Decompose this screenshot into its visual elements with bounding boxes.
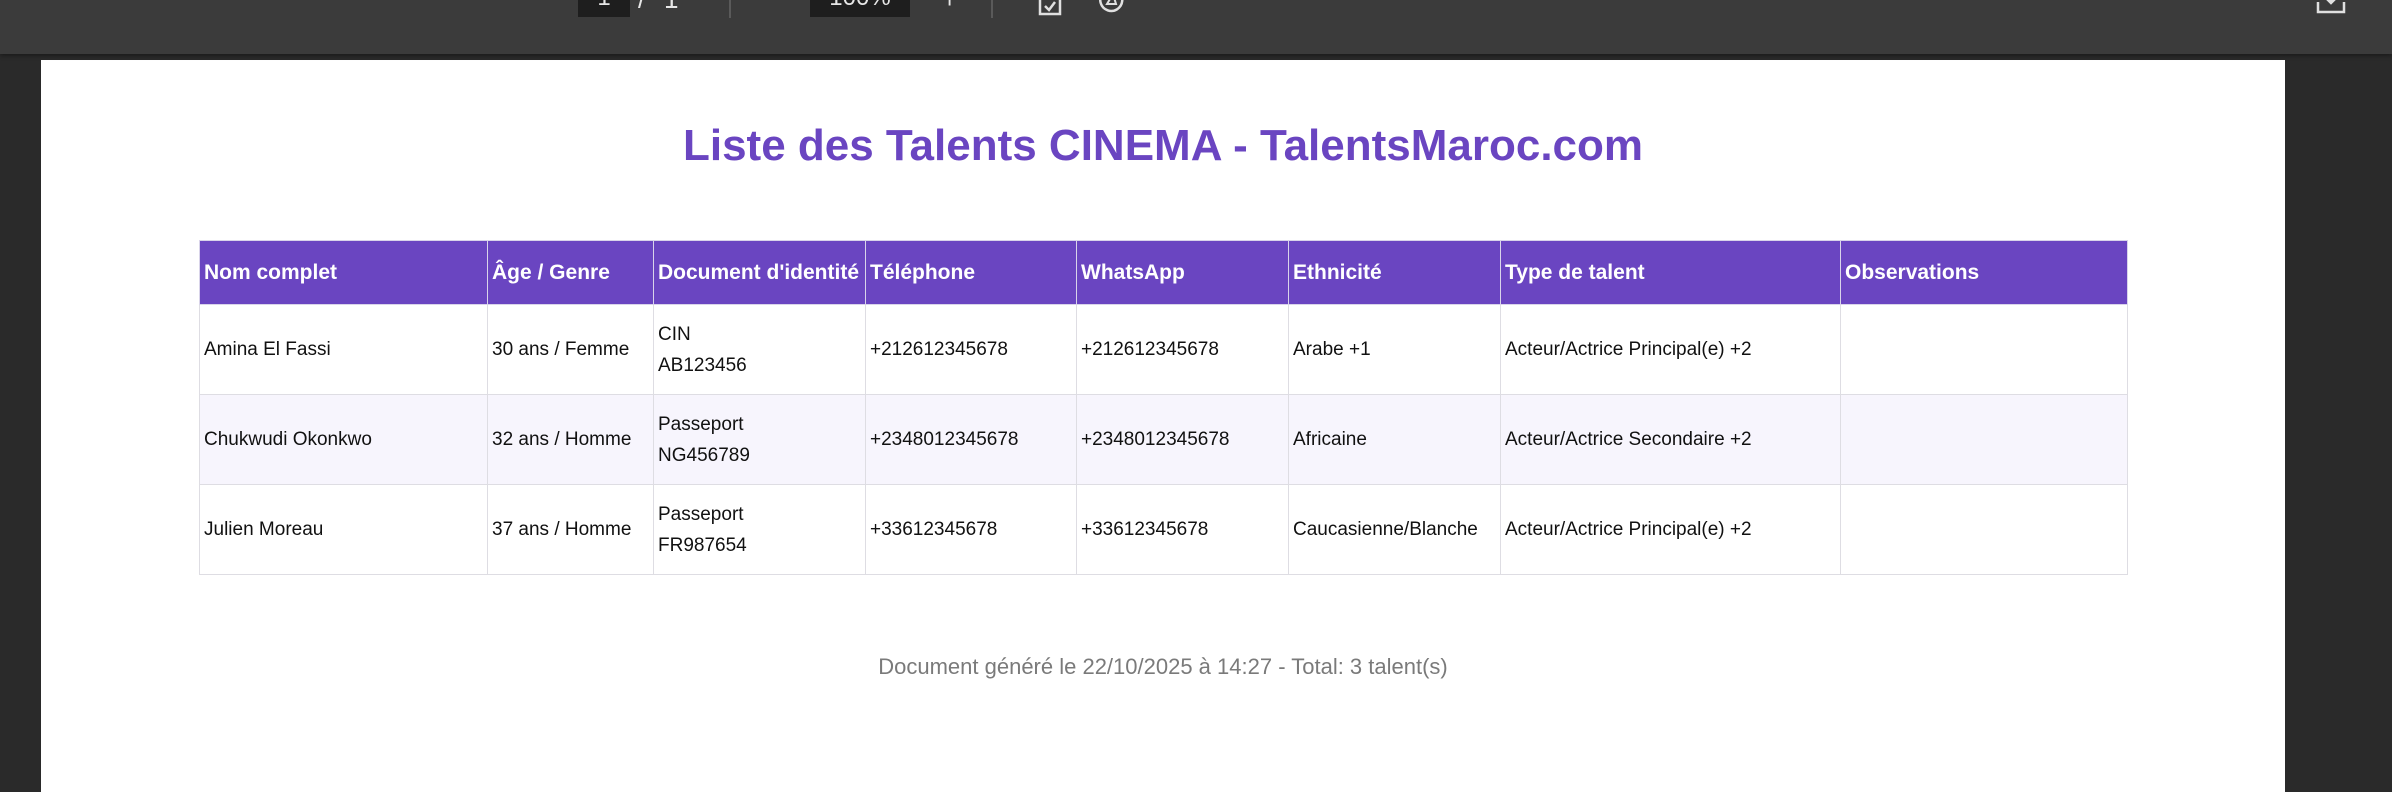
cell-age-gender: 37 ans / Homme xyxy=(487,484,654,575)
column-header-ethnicity: Ethnicité xyxy=(1288,240,1501,305)
id-type: Passeport xyxy=(658,413,744,435)
viewer-gutter xyxy=(2286,54,2392,792)
cell-id-document: Passeport FR987654 xyxy=(653,484,866,575)
cell-ethnicity: Caucasienne/Blanche xyxy=(1288,484,1501,575)
table-header-row: Nom complet Âge / Genre Document d'ident… xyxy=(199,240,2128,305)
column-header-age-gender: Âge / Genre xyxy=(487,240,654,305)
pdf-page: Liste des Talents CINEMA - TalentsMaroc.… xyxy=(41,60,2285,792)
cell-talent-type: Acteur/Actrice Principal(e) +2 xyxy=(1500,304,1841,395)
table-row: Chukwudi Okonkwo 32 ans / Homme Passepor… xyxy=(199,394,2128,485)
column-header-talent-type: Type de talent xyxy=(1500,240,1841,305)
cell-name: Chukwudi Okonkwo xyxy=(199,394,488,485)
cell-observations xyxy=(1840,394,2128,485)
page-separator: / xyxy=(638,0,645,12)
toolbar-divider xyxy=(991,0,993,18)
page-number-input[interactable]: 1 xyxy=(578,0,630,17)
cell-age-gender: 32 ans / Homme xyxy=(487,394,654,485)
toolbar-divider xyxy=(729,0,731,18)
column-header-observations: Observations xyxy=(1840,240,2128,305)
page-total: 1 xyxy=(664,0,678,12)
cell-talent-type: Acteur/Actrice Secondaire +2 xyxy=(1500,394,1841,485)
document-icon[interactable] xyxy=(1034,0,1064,16)
cell-ethnicity: Africaine xyxy=(1288,394,1501,485)
column-header-phone: Téléphone xyxy=(865,240,1077,305)
cell-name: Julien Moreau xyxy=(199,484,488,575)
cell-whatsapp: +33612345678 xyxy=(1076,484,1289,575)
table-row: Amina El Fassi 30 ans / Femme CIN AB1234… xyxy=(199,304,2128,395)
cell-name: Amina El Fassi xyxy=(199,304,488,395)
rotate-icon[interactable] xyxy=(1096,0,1126,16)
cell-observations xyxy=(1840,484,2128,575)
cell-id-document: CIN AB123456 xyxy=(653,304,866,395)
cell-observations xyxy=(1840,304,2128,395)
id-number: FR987654 xyxy=(658,534,747,556)
cell-phone: +33612345678 xyxy=(865,484,1077,575)
cell-whatsapp: +2348012345678 xyxy=(1076,394,1289,485)
id-number: AB123456 xyxy=(658,354,747,376)
table-row: Julien Moreau 37 ans / Homme Passeport F… xyxy=(199,484,2128,575)
pdf-toolbar: 1 / 1 100% + xyxy=(0,0,2392,54)
document-footer: Document généré le 22/10/2025 à 14:27 - … xyxy=(878,654,1448,679)
zoom-in-button[interactable]: + xyxy=(942,0,957,12)
cell-ethnicity: Arabe +1 xyxy=(1288,304,1501,395)
cell-age-gender: 30 ans / Femme xyxy=(487,304,654,395)
id-type: CIN xyxy=(658,323,691,345)
cell-id-document: Passeport NG456789 xyxy=(653,394,866,485)
document-title: Liste des Talents CINEMA - TalentsMaroc.… xyxy=(682,121,1644,170)
column-header-whatsapp: WhatsApp xyxy=(1076,240,1289,305)
id-number: NG456789 xyxy=(658,444,750,466)
column-header-name: Nom complet xyxy=(199,240,488,305)
id-type: Passeport xyxy=(658,503,744,525)
zoom-level-input[interactable]: 100% xyxy=(810,0,910,17)
more-icon[interactable] xyxy=(2376,0,2392,16)
pdf-viewer: 1 / 1 100% + xyxy=(0,0,2392,792)
cell-phone: +2348012345678 xyxy=(865,394,1077,485)
cell-phone: +212612345678 xyxy=(865,304,1077,395)
talents-table: Nom complet Âge / Genre Document d'ident… xyxy=(199,240,2128,575)
cell-whatsapp: +212612345678 xyxy=(1076,304,1289,395)
cell-talent-type: Acteur/Actrice Principal(e) +2 xyxy=(1500,484,1841,575)
download-icon[interactable] xyxy=(2315,0,2346,16)
column-header-id-document: Document d'identité xyxy=(653,240,866,305)
